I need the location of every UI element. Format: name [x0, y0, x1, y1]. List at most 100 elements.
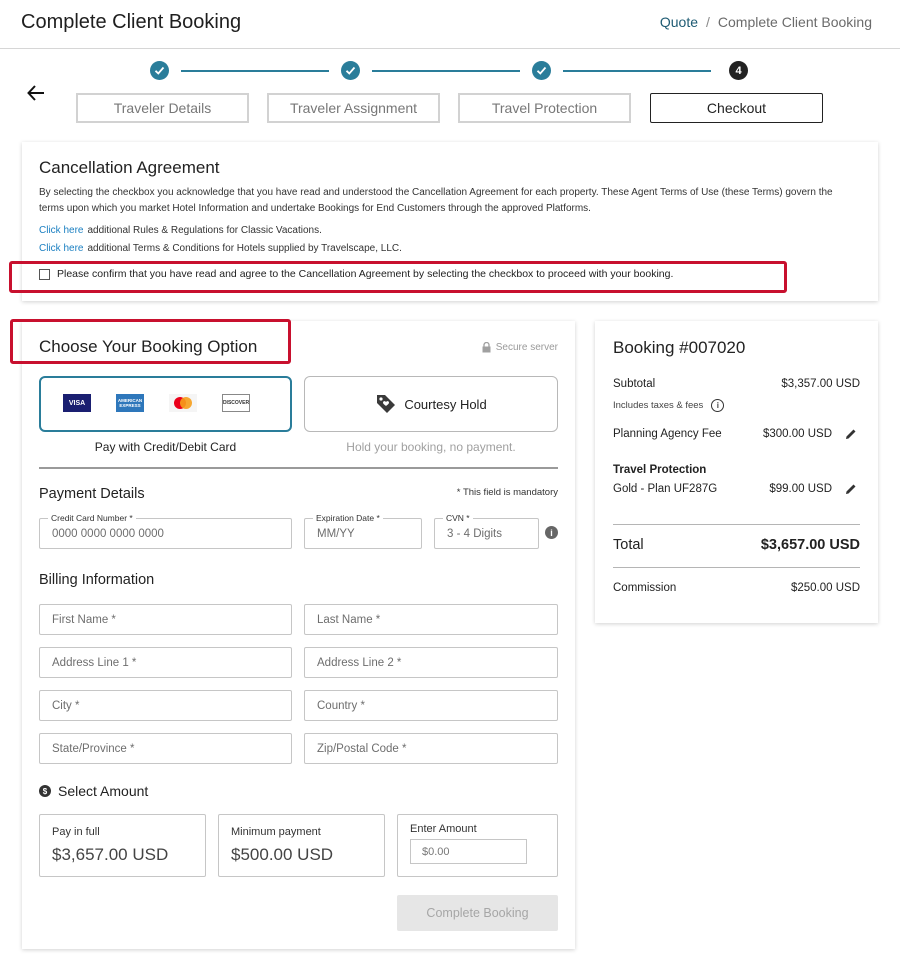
travel-protection-plan: Gold - Plan UF287G — [613, 483, 718, 495]
city-input[interactable] — [52, 691, 283, 720]
lock-icon — [482, 342, 491, 353]
taxes-info-icon[interactable]: i — [711, 399, 725, 412]
zip-postal-code-field — [304, 733, 558, 764]
tab-traveler-assignment[interactable]: Traveler Assignment — [267, 93, 440, 123]
page-title: Complete Client Booking — [21, 11, 242, 33]
step-2-check-icon — [341, 61, 360, 80]
enter-amount-label: Enter Amount — [410, 823, 477, 835]
card-logos: VISA AMERICAN EXPRESS DISCOVER — [63, 394, 250, 412]
state-province-field — [39, 733, 292, 764]
terms-link-text: additional Terms & Conditions for Hotels… — [87, 243, 402, 254]
minimum-payment-value: $500.00 USD — [231, 845, 334, 864]
total-value: $3,657.00 USD — [760, 537, 860, 553]
expiration-date-input[interactable] — [317, 519, 413, 548]
courtesy-hold-caption: Hold your booking, no payment. — [346, 440, 516, 454]
country-input[interactable] — [317, 691, 549, 720]
edit-travel-protection-pencil-icon[interactable] — [844, 482, 858, 496]
includes-taxes-text: Includes taxes & fees — [613, 400, 704, 411]
agree-checkbox[interactable] — [39, 268, 50, 280]
back-arrow-icon[interactable] — [27, 84, 45, 102]
last-name-field — [304, 604, 558, 635]
total-row: Total $3,657.00 USD — [613, 537, 860, 553]
cancellation-agreement-card: Cancellation Agreement By selecting the … — [22, 142, 878, 301]
address-line-2-input[interactable] — [317, 648, 549, 677]
breadcrumb-quote-link[interactable]: Quote — [660, 14, 698, 30]
last-name-input[interactable] — [317, 605, 549, 634]
address-line-1-input[interactable] — [52, 648, 283, 677]
page-header: Complete Client Booking Quote / Complete C… — [0, 0, 900, 49]
step-3-check-icon — [532, 61, 551, 80]
agree-row: Please confirm that you have read and ag… — [39, 268, 673, 280]
summary-divider — [613, 524, 860, 525]
pay-with-card-caption: Pay with Credit/Debit Card — [94, 440, 237, 454]
stepper-connector — [372, 70, 520, 72]
rules-link-row: Click here additional Rules & Regulations… — [39, 225, 322, 236]
expiration-date-field: Expiration Date * — [304, 513, 422, 549]
secure-server-text: Secure server — [495, 342, 558, 353]
first-name-field — [39, 604, 292, 635]
enter-amount-input[interactable] — [410, 839, 527, 864]
first-name-input[interactable] — [52, 605, 283, 634]
courtesy-hold-label: Courtesy Hold — [404, 396, 487, 412]
breadcrumb-current: Complete Client Booking — [717, 14, 872, 30]
option-divider — [39, 467, 558, 469]
state-province-input[interactable] — [52, 734, 283, 763]
rules-link-text: additional Rules & Regulations for Class… — [87, 225, 322, 236]
subtotal-value: $3,357.00 USD — [781, 378, 860, 390]
tab-checkout[interactable]: Checkout — [650, 93, 823, 123]
summary-divider — [613, 567, 860, 568]
billing-information-title: Billing Information — [39, 572, 155, 588]
cvn-field: CVN * — [434, 513, 539, 549]
terms-click-here-link[interactable]: Click here — [39, 243, 83, 254]
edit-agency-fee-pencil-icon[interactable] — [844, 427, 858, 441]
minimum-payment-label: Minimum payment — [231, 826, 321, 838]
commission-value: $250.00 USD — [790, 582, 860, 594]
agency-fee-value: $300.00 USD — [762, 428, 832, 440]
commission-label: Commission — [613, 582, 677, 594]
rules-click-here-link[interactable]: Click here — [39, 225, 83, 236]
step-4-number: 4 — [729, 61, 748, 80]
booking-summary-card: Booking #007020 Subtotal $3,357.00 USD I… — [595, 321, 878, 623]
tab-travel-protection[interactable]: Travel Protection — [458, 93, 631, 123]
booking-option-title: Choose Your Booking Option — [39, 337, 258, 356]
booking-number-title: Booking #007020 — [613, 338, 746, 357]
mastercard-logo-icon — [169, 394, 197, 412]
cancellation-text: By selecting the checkbox you acknowledg… — [39, 187, 833, 214]
city-field — [39, 690, 292, 721]
booking-option-card: Choose Your Booking Option Secure server… — [22, 321, 575, 949]
zip-postal-code-input[interactable] — [317, 734, 549, 763]
enter-amount-option[interactable]: Enter Amount — [397, 814, 558, 877]
minimum-payment-option[interactable]: Minimum payment $500.00 USD — [218, 814, 385, 877]
cvn-info-icon[interactable]: i — [545, 526, 558, 539]
cancellation-title: Cancellation Agreement — [39, 158, 220, 177]
tab-traveler-details[interactable]: Traveler Details — [76, 93, 249, 123]
travel-protection-title: Travel Protection — [613, 464, 707, 476]
dollar-circle-icon: $ — [39, 785, 51, 797]
subtotal-label: Subtotal — [613, 378, 656, 390]
terms-link-row: Click here additional Terms & Conditions … — [39, 243, 402, 254]
mandatory-note: * This field is mandatory — [456, 487, 558, 498]
pay-in-full-option[interactable]: Pay in full $3,657.00 USD — [39, 814, 206, 877]
tag-heart-icon — [377, 395, 396, 413]
stepper-connector — [563, 70, 711, 72]
agree-label: Please confirm that you have read and ag… — [57, 268, 674, 280]
complete-booking-button[interactable]: Complete Booking — [397, 895, 558, 931]
amex-logo-icon: AMERICAN EXPRESS — [116, 394, 144, 412]
discover-logo-icon: DISCOVER — [222, 394, 250, 412]
breadcrumb-separator: / — [706, 14, 710, 30]
secure-server-label: Secure server — [482, 342, 558, 353]
courtesy-hold-option[interactable]: Courtesy Hold — [304, 376, 558, 432]
step-1-check-icon — [150, 61, 169, 80]
pay-with-card-option[interactable]: VISA AMERICAN EXPRESS DISCOVER — [39, 376, 292, 432]
address-line-2-field — [304, 647, 558, 678]
cvn-input[interactable] — [447, 519, 530, 548]
card-number-input[interactable] — [52, 519, 283, 548]
card-number-field: Credit Card Number * — [39, 513, 292, 549]
total-label: Total — [613, 537, 644, 553]
address-line-1-field — [39, 647, 292, 678]
travel-protection-value: $99.00 USD — [769, 483, 832, 495]
courtesy-hold-inner: Courtesy Hold — [305, 377, 557, 431]
visa-logo-icon: VISA — [63, 394, 91, 412]
country-field — [304, 690, 558, 721]
select-amount-title: Select Amount — [58, 783, 149, 799]
